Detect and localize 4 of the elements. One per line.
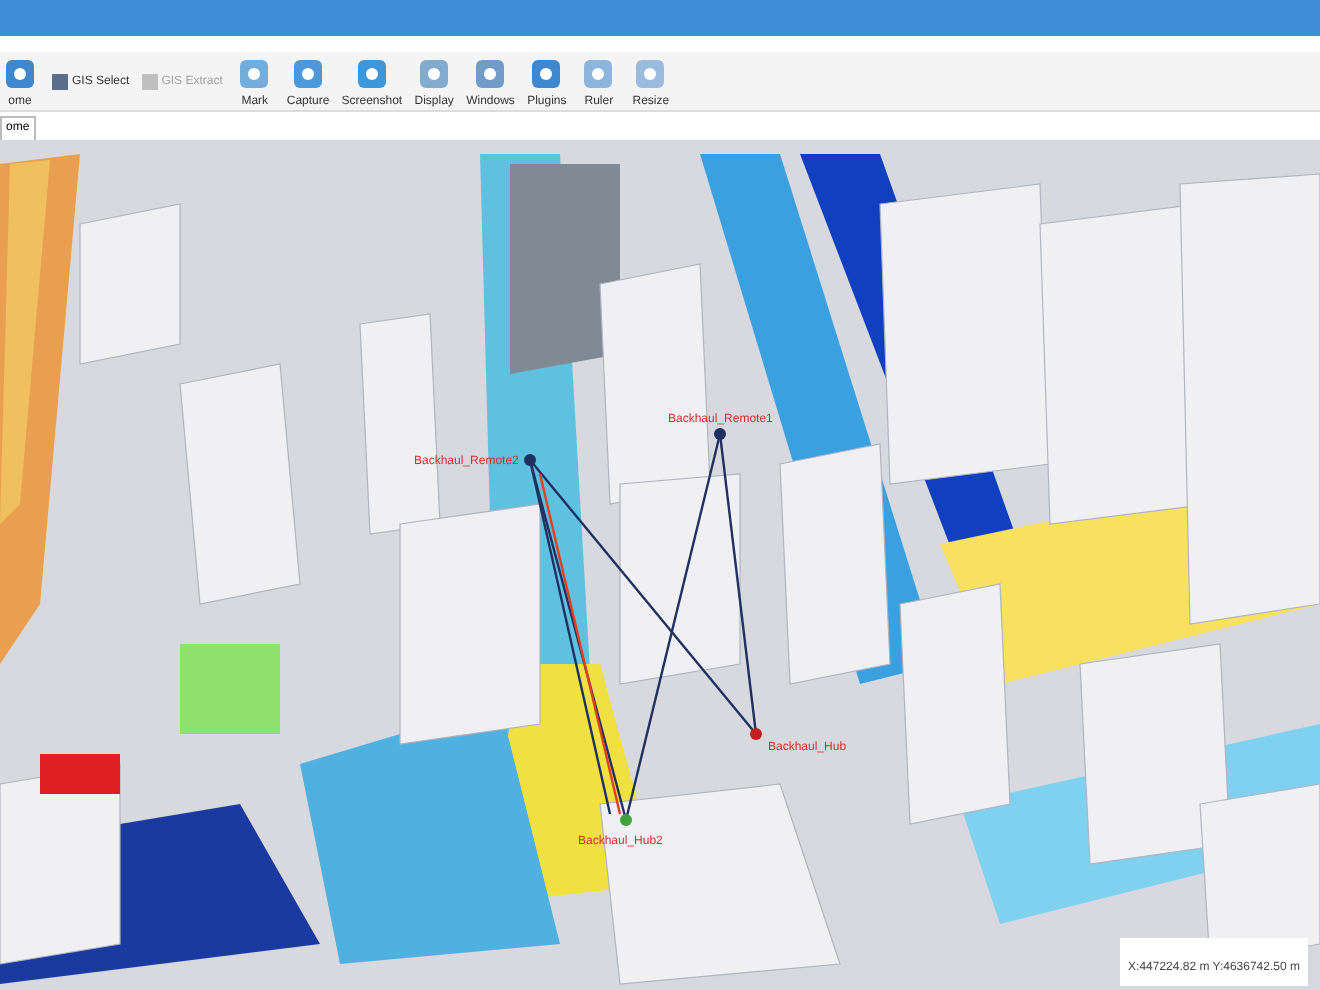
site-marker-icon[interactable]: [524, 454, 536, 466]
site-marker-icon[interactable]: [750, 728, 762, 740]
site-marker-icon[interactable]: [714, 428, 726, 440]
site-marker-icon[interactable]: [620, 814, 632, 826]
